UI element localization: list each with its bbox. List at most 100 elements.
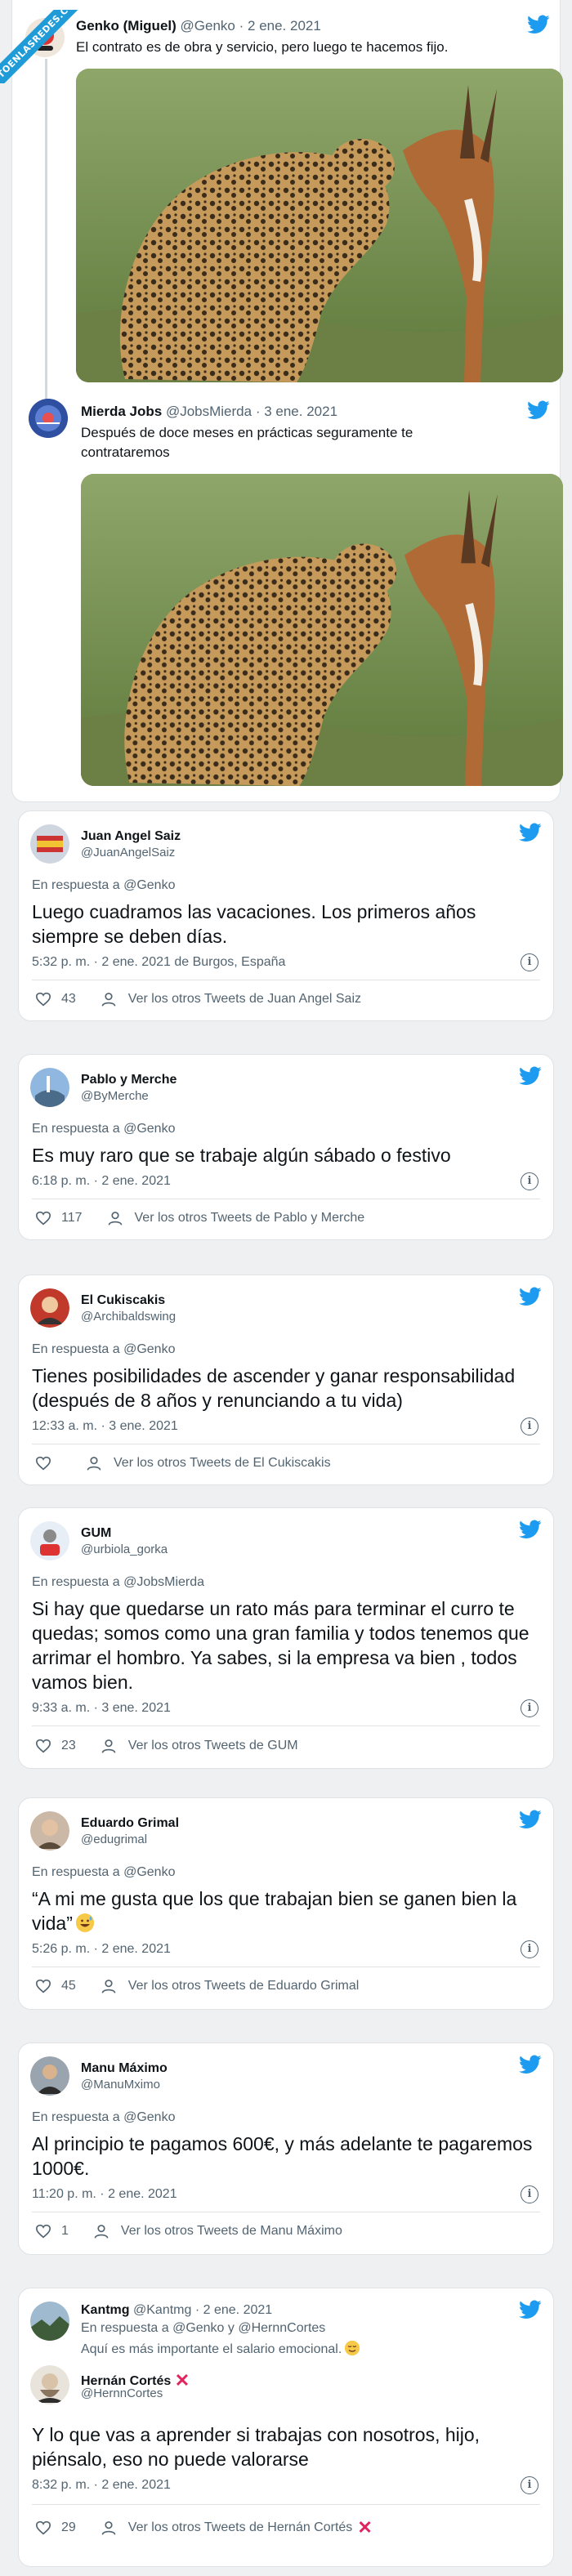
reply-to-handle[interactable]: @Genko [123, 878, 175, 892]
tweet-card[interactable]: GUM @urbiola_gorka En respuesta a @JobsM… [18, 1507, 554, 1769]
info-icon[interactable]: i [521, 1940, 538, 1958]
author-handle[interactable]: @Genko [181, 18, 235, 33]
info-icon[interactable]: i [521, 2476, 538, 2494]
heart-icon[interactable] [35, 1211, 51, 1225]
author-name[interactable]: Manu Máximo [81, 2061, 168, 2076]
avatar[interactable] [30, 2056, 69, 2096]
heart-icon[interactable] [35, 2520, 51, 2535]
tweet-timestamp[interactable]: 5:32 p. m. · 2 ene. 2021 de Burgos, Espa… [32, 955, 285, 970]
author-name[interactable]: GUM [81, 1526, 111, 1541]
tweet-card[interactable]: Juan Angel Saiz @JuanAngelSaiz En respue… [18, 810, 554, 1021]
author-name[interactable]: Juan Angel Saiz [81, 829, 181, 844]
tweet-card[interactable]: Manu Máximo @ManuMximo En respuesta a @G… [18, 2042, 554, 2255]
twitter-bird-icon[interactable] [519, 2300, 542, 2319]
reply-to-handle[interactable]: @Genko [123, 1122, 175, 1136]
tweet-date[interactable]: 3 ene. 2021 [264, 404, 337, 419]
author-handle[interactable]: @urbiola_gorka [81, 1542, 168, 1556]
tweet-image-leopard-impala[interactable] [76, 69, 563, 382]
author-handle[interactable]: @ManuMximo [81, 2078, 160, 2092]
tweet-timestamp[interactable]: 6:18 p. m. · 2 ene. 2021 [32, 1174, 171, 1189]
more-tweets-link[interactable]: Ver los otros Tweets de Manu Máximo [121, 2224, 342, 2239]
twitter-bird-icon[interactable] [527, 15, 550, 34]
tweet-image-leopard-impala[interactable] [81, 474, 563, 786]
reply-to-handle[interactable]: @Genko [123, 1865, 175, 1879]
avatar[interactable] [30, 1068, 69, 1107]
heart-icon[interactable] [35, 1739, 51, 1753]
reply-to-handle[interactable]: @Genko [123, 2110, 175, 2124]
author-name[interactable]: Pablo y Merche [81, 1073, 177, 1087]
relieved-face-emoji [345, 2341, 360, 2355]
tweet-text: Tienes posibilidades de ascender y ganar… [32, 1365, 516, 1411]
more-tweets-link[interactable]: Ver los otros Tweets de Eduardo Grimal [128, 1979, 360, 1993]
author-handle[interactable]: @ByMerche [81, 1089, 149, 1103]
tweet-timestamp[interactable]: 11:20 p. m. · 2 ene. 2021 [32, 2187, 177, 2202]
avatar[interactable] [30, 2365, 69, 2404]
tweet-timestamp[interactable]: 8:32 p. m. · 2 ene. 2021 [32, 2478, 171, 2493]
like-count[interactable]: 29 [61, 2520, 76, 2535]
avatar[interactable] [29, 399, 68, 438]
tweet-card[interactable]: Pablo y Merche @ByMerche En respuesta a … [18, 1054, 554, 1240]
info-icon[interactable]: i [521, 1699, 538, 1717]
avatar[interactable] [30, 1521, 69, 1560]
tweet-timestamp[interactable]: 5:26 p. m. · 2 ene. 2021 [32, 1942, 171, 1957]
author-name[interactable]: Eduardo Grimal [81, 1816, 179, 1831]
more-tweets-link[interactable]: Ver los otros Tweets de Hernán Cortés [128, 2520, 353, 2535]
person-icon [101, 993, 116, 1007]
info-icon[interactable]: i [521, 953, 538, 971]
tweet-date[interactable]: 2 ene. 2021 [248, 18, 321, 33]
tweet-timestamp[interactable]: 9:33 a. m. · 3 ene. 2021 [32, 1701, 171, 1716]
tweet-text: Si hay que quedarse un rato más para ter… [32, 1598, 530, 1693]
info-icon[interactable]: i [521, 2185, 538, 2203]
tweet-card[interactable]: Kantmg @Kantmg · 2 ene. 2021 En respuest… [18, 2288, 554, 2567]
author-name[interactable]: Mierda Jobs [81, 404, 162, 419]
twitter-bird-icon[interactable] [519, 1520, 542, 1539]
like-count[interactable]: 117 [61, 1211, 83, 1225]
tweet-text: El contrato es de obra y servicio, pero … [76, 39, 449, 55]
author-handle[interactable]: @JobsMierda [166, 404, 252, 419]
like-count[interactable]: 23 [61, 1739, 76, 1753]
author-name[interactable]: Genko (Miguel) [76, 18, 177, 33]
twitter-bird-icon[interactable] [519, 823, 542, 842]
like-count[interactable]: 1 [61, 2224, 69, 2239]
like-count[interactable]: 43 [61, 992, 76, 1007]
author-name[interactable]: Kantmg [81, 2303, 130, 2317]
author-name[interactable]: El Cukiscakis [81, 1293, 165, 1308]
avatar[interactable] [30, 824, 69, 864]
separator: · [194, 2303, 200, 2317]
twitter-bird-icon[interactable] [519, 1810, 542, 1829]
heart-icon[interactable] [35, 1456, 51, 1471]
avatar[interactable] [30, 1288, 69, 1328]
twitter-bird-icon[interactable] [519, 1287, 542, 1306]
more-tweets-link[interactable]: Ver los otros Tweets de GUM [128, 1739, 298, 1753]
author-handle[interactable]: @Kantmg [133, 2303, 191, 2317]
heart-icon[interactable] [35, 2224, 51, 2239]
avatar[interactable] [30, 2301, 69, 2341]
twitter-bird-icon[interactable] [527, 400, 550, 420]
reply-to-handle[interactable]: @Genko [123, 1342, 175, 1356]
tweet-date[interactable]: 2 ene. 2021 [203, 2303, 273, 2317]
quoted-reply-context: En respuesta a @Genko y @HernnCortes [81, 2321, 326, 2335]
info-icon[interactable]: i [521, 1417, 538, 1435]
reply-to-handle[interactable]: @JobsMierda [123, 1575, 204, 1589]
ribbon-label: VISTOENLASREDES.COM [0, 10, 85, 83]
author-handle[interactable]: @edugrimal [81, 1833, 147, 1846]
heart-icon[interactable] [35, 992, 51, 1007]
tweet-card[interactable]: El Cukiscakis @Archibaldswing En respues… [18, 1275, 554, 1485]
more-tweets-link[interactable]: Ver los otros Tweets de Pablo y Merche [135, 1211, 365, 1225]
reply-prefix: En respuesta a [32, 2110, 120, 2124]
author-handle[interactable]: @HernnCortes [81, 2386, 163, 2400]
twitter-bird-icon[interactable] [519, 1066, 542, 1086]
avatar[interactable] [30, 1811, 69, 1851]
reply-context: En respuesta a @Genko [32, 1865, 175, 1880]
heart-icon[interactable] [35, 1979, 51, 1993]
twitter-bird-icon[interactable] [519, 2055, 542, 2074]
author-handle[interactable]: @JuanAngelSaiz [81, 846, 175, 859]
tweet-timestamp[interactable]: 12:33 a. m. · 3 ene. 2021 [32, 1419, 178, 1434]
author-handle[interactable]: @Archibaldswing [81, 1310, 176, 1324]
like-count[interactable]: 45 [61, 1979, 76, 1993]
more-tweets-link[interactable]: Ver los otros Tweets de El Cukiscakis [114, 1456, 331, 1471]
tweet-card[interactable]: Eduardo Grimal @edugrimal En respuesta a… [18, 1797, 554, 2010]
more-tweets-link[interactable]: Ver los otros Tweets de Juan Angel Saiz [128, 992, 361, 1007]
tweet-actions: 43 Ver los otros Tweets de Juan Angel Sa… [35, 991, 361, 1007]
info-icon[interactable]: i [521, 1172, 538, 1190]
